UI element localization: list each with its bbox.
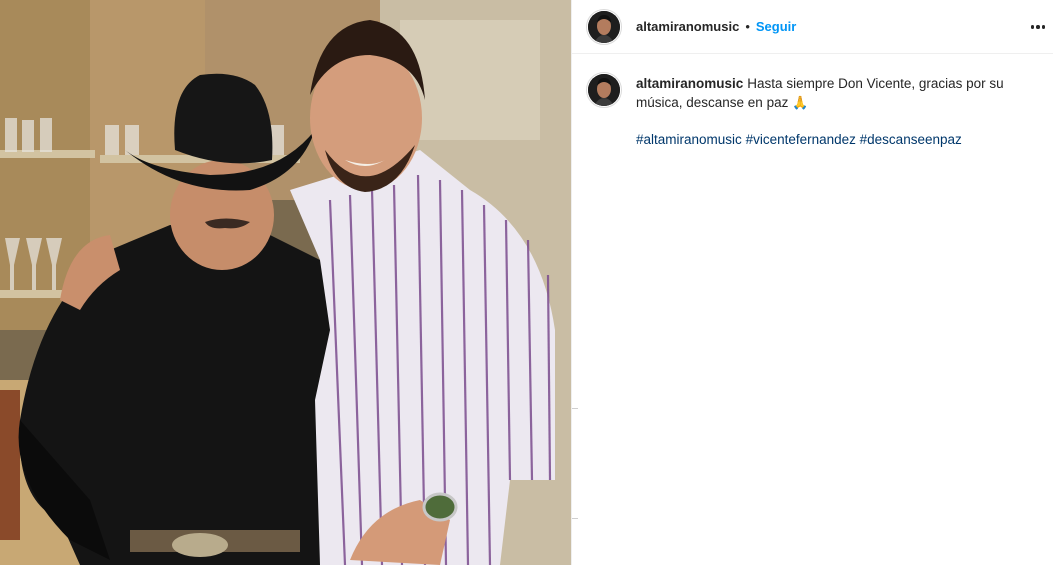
post-photo[interactable] (0, 0, 571, 565)
caption-avatar[interactable] (586, 72, 622, 108)
hashtag-link[interactable]: #vicentefernandez (746, 132, 856, 147)
divider-mark (572, 408, 578, 409)
caption-body: altamiranomusic Hasta siempre Don Vicente… (636, 74, 1026, 149)
hashtag-link[interactable]: #altamiranomusic (636, 132, 742, 147)
hashtag-link[interactable]: #descanseenpaz (860, 132, 962, 147)
post-details-panel: altamiranomusic • Seguir altamiranomusic… (571, 0, 1053, 565)
follow-button[interactable]: Seguir (756, 19, 796, 34)
author-avatar[interactable] (586, 8, 622, 45)
author-username[interactable]: altamiranomusic (636, 19, 739, 34)
more-horizontal-icon[interactable] (1027, 17, 1049, 37)
caption: altamiranomusic Hasta siempre Don Vicente… (572, 54, 1053, 149)
praying-hands-emoji: 🙏 (792, 95, 809, 110)
divider-mark (572, 518, 578, 519)
post-image (0, 0, 571, 565)
post-header: altamiranomusic • Seguir (572, 0, 1053, 54)
caption-username[interactable]: altamiranomusic (636, 76, 743, 91)
hashtag-list: #altamiranomusic #vicentefernandez #desc… (636, 130, 1026, 149)
separator-dot: • (745, 19, 750, 34)
